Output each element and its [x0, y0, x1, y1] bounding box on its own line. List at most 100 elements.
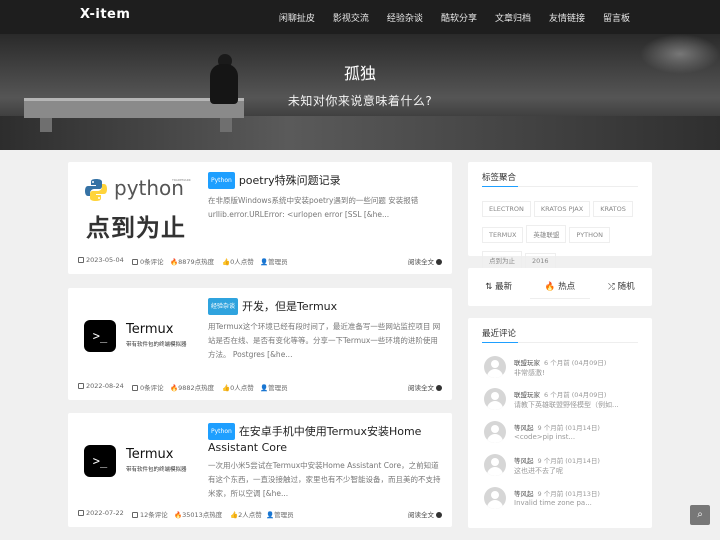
nav-item-software[interactable]: 酷软分享: [441, 11, 477, 24]
avatar: [484, 421, 506, 443]
comment-item[interactable]: 联盟玩家 6 个月前 (04月09日) 非常感激!: [484, 356, 644, 380]
post-title[interactable]: Python poetry特殊问题记录: [208, 172, 444, 189]
site-logo[interactable]: X-item: [80, 7, 130, 22]
post-title-text[interactable]: 开发，但是Termux: [242, 300, 337, 313]
comment-item[interactable]: 等风起 9 个月前 (01月14日) 这也进不去了呢: [484, 454, 644, 478]
post-comments[interactable]: 12条评论: [132, 509, 168, 519]
post-tabs-widget: ⇅ 最新 🔥 热点 ⤮ 随机: [468, 268, 652, 306]
tag-chip[interactable]: KRATOS PJAX: [533, 201, 591, 217]
tag-chip[interactable]: 英雄联盟: [526, 225, 567, 243]
comment-time: 9 个月前 (01月14日): [537, 457, 600, 465]
avatar: [484, 454, 506, 476]
hero-title: 孤独: [343, 64, 376, 83]
comment-user: 联盟玩家: [514, 391, 540, 399]
widget-title-underline: [482, 342, 638, 343]
post-author[interactable]: 👤管理员: [260, 382, 288, 392]
tag-chip[interactable]: PYTHON: [569, 227, 611, 243]
post-author[interactable]: 👤管理员: [260, 256, 288, 266]
floating-search-button[interactable]: ⌕: [690, 505, 710, 525]
comment-icon: [132, 259, 138, 265]
tag-chip[interactable]: 2016: [525, 253, 556, 269]
comment-time: 6 个月前 (04月09日): [544, 391, 607, 399]
nav-item-experience[interactable]: 经验杂谈: [387, 11, 423, 24]
hero-bench-leg: [40, 118, 52, 132]
tag-list: ELECTRON KRATOS PJAX KRATOS TERMUX 英雄联盟 PYTHO…: [482, 196, 642, 274]
read-more-link[interactable]: 阅读全文: [408, 509, 442, 519]
widget-title: 标签聚合: [482, 173, 517, 183]
comment-time: 9 个月前 (01月14日): [537, 424, 600, 432]
tag-chip[interactable]: 点到为止: [482, 251, 522, 269]
tab-latest[interactable]: ⇅ 最新: [468, 268, 529, 306]
hero-banner: 孤独 未知对你来说意味着什么?: [0, 34, 720, 150]
comment-user: 等风起: [514, 490, 534, 498]
arrow-right-icon: [436, 512, 442, 518]
post-title-text[interactable]: 在安卓手机中使用Termux安装Home Assistant Core: [208, 425, 421, 454]
calendar-icon: [78, 257, 84, 263]
post-meta: 2022-08-24 0条评论 🔥9882点热度 👍0人点赞 👤管理员 阅读全文: [78, 382, 442, 394]
avatar: [484, 487, 506, 509]
thumb-brand-text: Termux: [126, 322, 174, 337]
post-date: 2022-08-24: [78, 382, 124, 390]
nav-item-chat[interactable]: 闲聊扯皮: [279, 11, 315, 24]
post-meta: 2022-07-22 12条评论 🔥35013点热度 👍2人点赞 👤管理员 阅读…: [78, 509, 442, 521]
widget-title-underline: [482, 186, 638, 187]
comment-time: 6 个月前 (04月09日): [544, 359, 607, 367]
post-category-tag[interactable]: 经验杂谈: [208, 298, 239, 315]
hero-ground: [0, 116, 720, 150]
comment-user: 联盟玩家: [514, 359, 540, 367]
top-navbar: X-item 闲聊扯皮 影视交流 经验杂谈 酷软分享 文章归档 友情链接 留言板: [0, 0, 720, 34]
arrow-right-icon: [436, 259, 442, 265]
post-heat: 🔥9882点热度: [170, 384, 215, 392]
post-title[interactable]: Python 在安卓手机中使用Termux安装Home Assistant Cor…: [208, 423, 444, 455]
comment-item[interactable]: 等风起 9 个月前 (01月14日) <code>pip inst...: [484, 421, 644, 445]
comment-text: 请教下英雄联盟野怪模型（例如...: [514, 401, 619, 409]
post-likes[interactable]: 👍2人点赞: [230, 509, 262, 519]
termux-terminal-icon: >_: [84, 445, 116, 477]
tab-random[interactable]: ⤮ 随机: [591, 268, 652, 306]
sort-icon: ⇅: [485, 282, 496, 292]
post-likes[interactable]: 👍0人点赞: [222, 256, 254, 266]
tag-chip[interactable]: TERMUX: [482, 227, 524, 243]
post-excerpt: 在非原版Windows系统中安装poetry遇到的一些问题 安装报错 urlli…: [208, 196, 419, 219]
comment-text: Invalid time zone pa...: [514, 499, 592, 507]
arrow-right-icon: [436, 385, 442, 391]
avatar: [484, 388, 506, 410]
post-likes[interactable]: 👍0人点赞: [222, 382, 254, 392]
post-title[interactable]: 经验杂谈 开发，但是Termux: [208, 298, 444, 315]
post-comments[interactable]: 0条评论: [132, 382, 164, 392]
nav-item-guestbook[interactable]: 留言板: [603, 11, 630, 24]
thumb-caption: 带有软件包的终端模拟器: [126, 342, 187, 348]
tag-chip[interactable]: KRATOS: [593, 201, 633, 217]
calendar-icon: [78, 510, 84, 516]
post-thumbnail-python[interactable]: python TRADEMARK 点到为止: [78, 174, 194, 244]
tag-chip[interactable]: ELECTRON: [482, 201, 531, 217]
tag-cloud-widget: 标签聚合 ELECTRON KRATOS PJAX KRATOS TERMUX 英雄联盟…: [468, 162, 652, 269]
comment-user: 等风起: [514, 457, 534, 465]
comment-icon: [132, 512, 138, 518]
post-category-tag[interactable]: Python: [208, 423, 235, 440]
comment-item[interactable]: 等风起 9 个月前 (01月13日) Invalid time zone pa..…: [484, 487, 644, 511]
post-category-tag[interactable]: Python: [208, 172, 235, 189]
read-more-link[interactable]: 阅读全文: [408, 256, 442, 266]
hero-subtitle: 未知对你来说意味着什么?: [287, 94, 433, 108]
tab-hot[interactable]: 🔥 热点: [529, 268, 590, 306]
post-excerpt: 一次用小米5尝试在Termux中安装Home Assistant Core，之前…: [208, 461, 441, 498]
thumb-brand-text: Termux: [126, 447, 174, 462]
nav-item-archive[interactable]: 文章归档: [495, 11, 531, 24]
post-thumbnail-termux[interactable]: >_ Termux 带有软件包的终端模拟器: [78, 425, 194, 495]
post-comments[interactable]: 0条评论: [132, 256, 164, 266]
fire-icon: 🔥: [544, 282, 559, 292]
nav-item-links[interactable]: 友情链接: [549, 11, 585, 24]
shuffle-icon: ⤮: [608, 282, 618, 292]
post-card: >_ Termux 带有软件包的终端模拟器 经验杂谈 开发，但是Termux 用T…: [68, 288, 452, 400]
comment-icon: [132, 385, 138, 391]
post-excerpt: 用Termux这个环境已经有段时间了，最近准备写一些网站监控项目 网站是否在线、…: [208, 322, 441, 359]
post-date: 2023-05-04: [78, 256, 124, 264]
nav-item-movies[interactable]: 影视交流: [333, 11, 369, 24]
post-author[interactable]: 👤管理员: [266, 509, 294, 519]
post-title-text[interactable]: poetry特殊问题记录: [239, 174, 341, 187]
post-thumbnail-termux[interactable]: >_ Termux 带有软件包的终端模拟器: [78, 300, 194, 370]
read-more-link[interactable]: 阅读全文: [408, 382, 442, 392]
comment-user: 等风起: [514, 424, 534, 432]
comment-item[interactable]: 联盟玩家 6 个月前 (04月09日) 请教下英雄联盟野怪模型（例如...: [484, 388, 644, 412]
